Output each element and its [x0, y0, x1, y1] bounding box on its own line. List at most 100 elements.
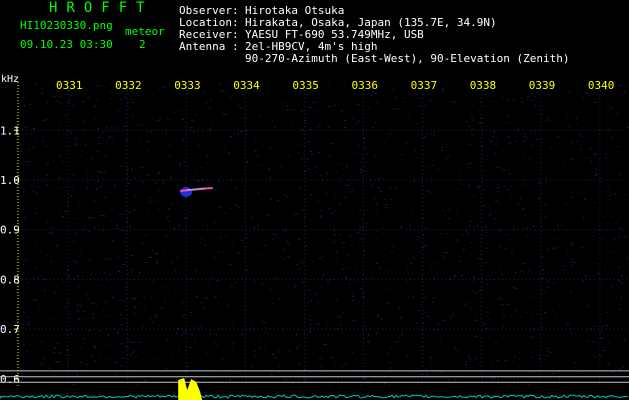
noise-speckle	[162, 252, 165, 254]
noise-speckle	[459, 179, 462, 181]
noise-speckle	[99, 285, 102, 286]
noise-speckle	[511, 252, 514, 254]
noise-speckle	[473, 227, 476, 229]
noise-speckle	[142, 124, 145, 126]
noise-speckle	[225, 170, 228, 172]
noise-speckle	[155, 252, 158, 254]
noise-speckle	[343, 85, 346, 87]
noise-speckle	[260, 283, 263, 285]
noise-speckle	[46, 222, 49, 224]
noise-speckle	[498, 230, 501, 232]
noise-speckle	[94, 105, 97, 107]
noise-speckle	[615, 222, 618, 224]
noise-speckle	[278, 365, 281, 367]
noise-speckle	[569, 84, 572, 85]
noise-speckle	[376, 316, 379, 318]
noise-speckle	[605, 191, 608, 193]
noise-speckle	[331, 212, 334, 214]
noise-speckle	[430, 133, 433, 135]
noise-speckle	[35, 245, 38, 247]
noise-speckle	[389, 133, 392, 135]
noise-speckle	[150, 256, 153, 258]
noise-speckle	[528, 158, 531, 160]
noise-speckle	[348, 180, 351, 182]
noise-speckle	[105, 155, 108, 157]
timestamp: 09.10.23 03:30	[20, 38, 113, 51]
noise-speckle	[124, 286, 127, 288]
noise-speckle	[619, 173, 622, 175]
noise-speckle	[340, 110, 343, 112]
meteor-count: 2	[139, 38, 146, 51]
noise-speckle	[134, 297, 137, 299]
noise-speckle	[388, 385, 391, 387]
noise-speckle	[377, 315, 379, 316]
noise-speckle	[359, 171, 362, 173]
noise-speckle	[580, 135, 583, 137]
noise-speckle	[468, 184, 470, 186]
noise-speckle	[453, 275, 456, 276]
noise-speckle	[351, 245, 353, 246]
noise-speckle	[357, 121, 360, 123]
noise-speckle	[194, 114, 197, 116]
noise-speckle	[66, 363, 69, 365]
noise-speckle	[34, 207, 37, 209]
noise-speckle	[463, 281, 466, 283]
noise-speckle	[317, 323, 320, 325]
noise-speckle	[618, 85, 621, 87]
noise-speckle	[213, 222, 216, 224]
noise-speckle	[55, 287, 58, 289]
noise-speckle	[439, 122, 441, 124]
noise-speckle	[461, 113, 464, 115]
noise-speckle	[418, 310, 421, 312]
noise-speckle	[585, 92, 588, 94]
noise-speckle	[291, 383, 294, 384]
noise-speckle	[111, 240, 114, 242]
noise-speckle	[494, 152, 497, 154]
noise-speckle	[132, 350, 135, 352]
noise-speckle	[604, 153, 607, 155]
noise-speckle	[170, 355, 173, 357]
noise-speckle	[543, 291, 546, 293]
noise-speckle	[420, 304, 423, 306]
noise-speckle	[222, 112, 225, 114]
noise-speckle	[298, 239, 301, 240]
noise-speckle	[611, 287, 614, 289]
noise-speckle	[474, 335, 477, 337]
noise-speckle	[316, 200, 319, 202]
noise-speckle	[159, 117, 162, 119]
noise-speckle	[503, 169, 506, 171]
noise-speckle	[344, 127, 347, 129]
noise-speckle	[225, 236, 227, 237]
noise-speckle	[205, 102, 208, 104]
noise-speckle	[89, 259, 92, 261]
noise-speckle	[335, 171, 338, 173]
noise-speckle	[172, 112, 175, 114]
noise-speckle	[294, 285, 297, 286]
noise-speckle	[461, 274, 464, 276]
noise-speckle	[444, 284, 447, 286]
noise-speckle	[112, 297, 115, 298]
noise-speckle	[166, 97, 169, 99]
noise-speckle	[450, 101, 453, 103]
noise-speckle	[614, 193, 617, 195]
noise-speckle	[301, 281, 304, 283]
noise-speckle	[43, 119, 46, 121]
noise-speckle	[385, 207, 387, 209]
noise-speckle	[417, 236, 420, 238]
noise-speckle	[253, 280, 256, 282]
noise-speckle	[441, 90, 444, 92]
noise-speckle	[165, 132, 168, 134]
noise-speckle	[245, 237, 248, 239]
noise-speckle	[586, 305, 589, 307]
noise-speckle	[571, 258, 574, 260]
noise-speckle	[27, 322, 30, 324]
noise-speckle	[236, 373, 239, 375]
noise-speckle	[122, 351, 125, 353]
noise-speckle	[316, 301, 319, 303]
noise-speckle	[133, 177, 136, 179]
noise-speckle	[220, 237, 223, 239]
noise-speckle	[318, 358, 321, 360]
noise-speckle	[571, 261, 573, 263]
noise-speckle	[425, 105, 428, 107]
noise-speckle	[570, 191, 573, 193]
